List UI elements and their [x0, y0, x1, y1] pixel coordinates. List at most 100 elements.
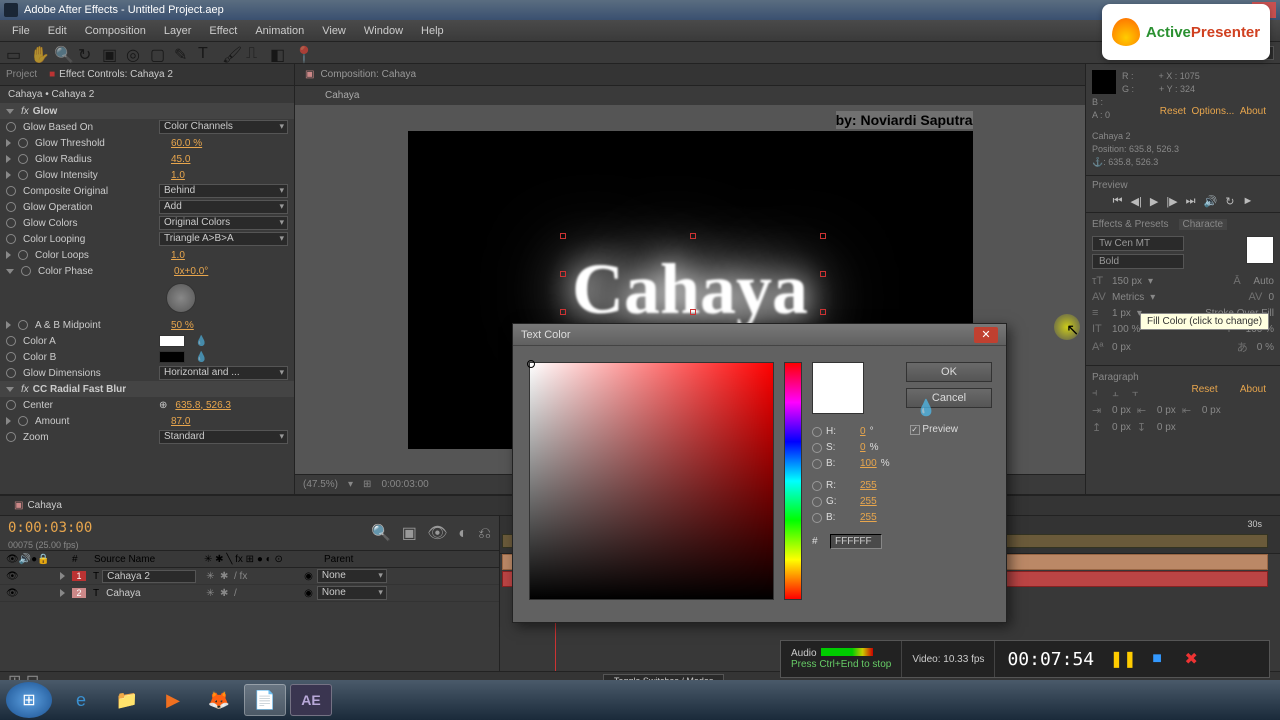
taskbar-explorer-icon[interactable]: 📁	[106, 684, 148, 716]
stopwatch-icon[interactable]	[6, 336, 16, 346]
s-radio[interactable]	[812, 443, 822, 453]
ok-button[interactable]: OK	[906, 362, 992, 382]
effects-presets-tab[interactable]: Effects & Presets	[1092, 219, 1169, 230]
zoom-dropdown[interactable]: Standard	[159, 430, 288, 444]
disclosure-icon[interactable]	[6, 251, 11, 259]
disclosure-icon[interactable]	[6, 155, 11, 163]
taskbar-firefox-icon[interactable]: 🦊	[198, 684, 240, 716]
disclosure-icon[interactable]	[60, 572, 65, 580]
menu-layer[interactable]: Layer	[156, 23, 200, 39]
layer-name[interactable]: Cahaya	[102, 588, 196, 599]
tracking-value[interactable]: 0	[1268, 292, 1274, 303]
tl-graph-icon[interactable]: ⎌	[478, 525, 491, 542]
center-value[interactable]: 635.8, 526.3	[175, 400, 288, 411]
stopwatch-icon[interactable]	[18, 154, 28, 164]
font-size-value[interactable]: 150 px	[1112, 276, 1142, 287]
glow-threshold-value[interactable]: 60.0 %	[171, 138, 288, 149]
stopwatch-icon[interactable]	[6, 368, 16, 378]
stopwatch-icon[interactable]	[18, 320, 28, 330]
rotate-tool-icon[interactable]: ↻	[78, 45, 94, 61]
menu-view[interactable]: View	[314, 23, 354, 39]
h-value[interactable]: 0	[860, 426, 866, 437]
align-left-icon[interactable]: ⫞	[1092, 387, 1106, 400]
last-frame-button[interactable]: ⏭	[1186, 195, 1196, 208]
stopwatch-icon[interactable]	[18, 416, 28, 426]
audio-button[interactable]: 🔊	[1204, 195, 1218, 208]
selection-handle[interactable]	[560, 233, 566, 239]
resolution-icon[interactable]: ⊞	[363, 479, 371, 490]
glow-basedon-dropdown[interactable]: Color Channels	[159, 120, 288, 134]
bl-value[interactable]: 255	[860, 512, 877, 523]
cancel-recording-button[interactable]: ✖	[1177, 645, 1205, 673]
tl-comp-icon[interactable]: ▣	[402, 525, 417, 542]
disclosure-icon[interactable]	[6, 321, 11, 329]
stopwatch-icon[interactable]	[6, 186, 16, 196]
glow-operation-dropdown[interactable]: Add	[159, 200, 288, 214]
tsume-value[interactable]: 0 %	[1257, 342, 1274, 353]
hand-tool-icon[interactable]: ✋	[30, 45, 46, 61]
brush-tool-icon[interactable]: 🖌	[222, 45, 238, 61]
timeline-layer-row[interactable]: 👁 1 T Cahaya 2 ✳ ✱ / fx ◉ None	[0, 568, 499, 585]
viewer-time[interactable]: 0:00:03:00	[381, 479, 428, 490]
effect-controls-tab[interactable]: ■Effect Controls: Cahaya 2	[49, 69, 173, 80]
menu-file[interactable]: File	[4, 23, 38, 39]
color-phase-value[interactable]: 0x+0.0°	[174, 266, 288, 277]
character-tab[interactable]: Characte	[1179, 219, 1228, 230]
text-tool-icon[interactable]: T	[198, 45, 214, 61]
menu-window[interactable]: Window	[356, 23, 411, 39]
b-radio[interactable]	[812, 459, 822, 469]
glow-dimensions-dropdown[interactable]: Horizontal and ...	[159, 366, 288, 380]
play-button[interactable]: ▶	[1150, 195, 1158, 208]
hue-slider[interactable]	[784, 362, 802, 600]
menu-animation[interactable]: Animation	[247, 23, 312, 39]
disclosure-icon[interactable]	[6, 109, 14, 114]
glow-intensity-value[interactable]: 1.0	[171, 170, 288, 181]
mask-tool-icon[interactable]: ▢	[150, 45, 166, 61]
g-value[interactable]: 255	[860, 496, 877, 507]
parent-dropdown[interactable]: None	[317, 586, 387, 600]
prev-frame-button[interactable]: ◀|	[1131, 195, 1142, 208]
taskbar-ie-icon[interactable]: e	[60, 684, 102, 716]
taskbar-notepad-icon[interactable]: 📄	[244, 684, 286, 716]
next-frame-button[interactable]: |▶	[1166, 195, 1177, 208]
selection-handle[interactable]	[560, 271, 566, 277]
font-family-dropdown[interactable]: Tw Cen MT	[1092, 236, 1184, 251]
stopwatch-icon[interactable]	[6, 234, 16, 244]
taskbar-afterfx-icon[interactable]: AE	[290, 684, 332, 716]
puppet-tool-icon[interactable]: 📍	[294, 45, 310, 61]
stop-recording-button[interactable]: ■	[1143, 645, 1171, 673]
pen-tool-icon[interactable]: ✎	[174, 45, 190, 61]
tl-search-icon[interactable]: 🔍	[371, 525, 391, 542]
bl-radio[interactable]	[812, 513, 822, 523]
disclosure-icon[interactable]	[6, 269, 14, 274]
stopwatch-icon[interactable]	[6, 202, 16, 212]
eyedropper-icon[interactable]: 💧	[916, 398, 932, 414]
eraser-tool-icon[interactable]: ◧	[270, 45, 286, 61]
composite-original-dropdown[interactable]: Behind	[159, 184, 288, 198]
disclosure-icon[interactable]	[6, 171, 11, 179]
stopwatch-icon[interactable]	[6, 400, 16, 410]
zoom-tool-icon[interactable]: 🔍	[54, 45, 70, 61]
tl-blur-icon[interactable]: ◐	[458, 525, 468, 542]
tl-shy-icon[interactable]: 👁	[427, 525, 447, 542]
fill-color-swatch[interactable]	[1246, 236, 1274, 264]
selection-handle[interactable]	[820, 233, 826, 239]
stopwatch-icon[interactable]	[6, 122, 16, 132]
midpoint-value[interactable]: 50 %	[171, 320, 288, 331]
selection-handle[interactable]	[820, 271, 826, 277]
r-value[interactable]: 255	[860, 480, 877, 491]
disclosure-icon[interactable]	[6, 139, 11, 147]
composition-tab[interactable]: Composition: Cahaya	[320, 69, 416, 80]
s-value[interactable]: 0	[860, 442, 866, 453]
stopwatch-icon[interactable]	[6, 218, 16, 228]
loop-button[interactable]: ↻	[1225, 195, 1234, 208]
timeline-layer-row[interactable]: 👁 2 T Cahaya ✳ ✱ / ◉ None	[0, 585, 499, 602]
leading-value[interactable]: Auto	[1253, 276, 1274, 287]
parent-dropdown[interactable]: None	[317, 569, 387, 583]
stroke-width-value[interactable]: 1 px	[1112, 308, 1131, 319]
selection-tool-icon[interactable]: ▭	[6, 45, 22, 61]
timeline-timecode[interactable]: 0:00:03:00	[0, 516, 100, 540]
menu-effect[interactable]: Effect	[201, 23, 245, 39]
start-button[interactable]: ⊞	[6, 682, 52, 718]
project-tab[interactable]: Project	[6, 69, 37, 80]
